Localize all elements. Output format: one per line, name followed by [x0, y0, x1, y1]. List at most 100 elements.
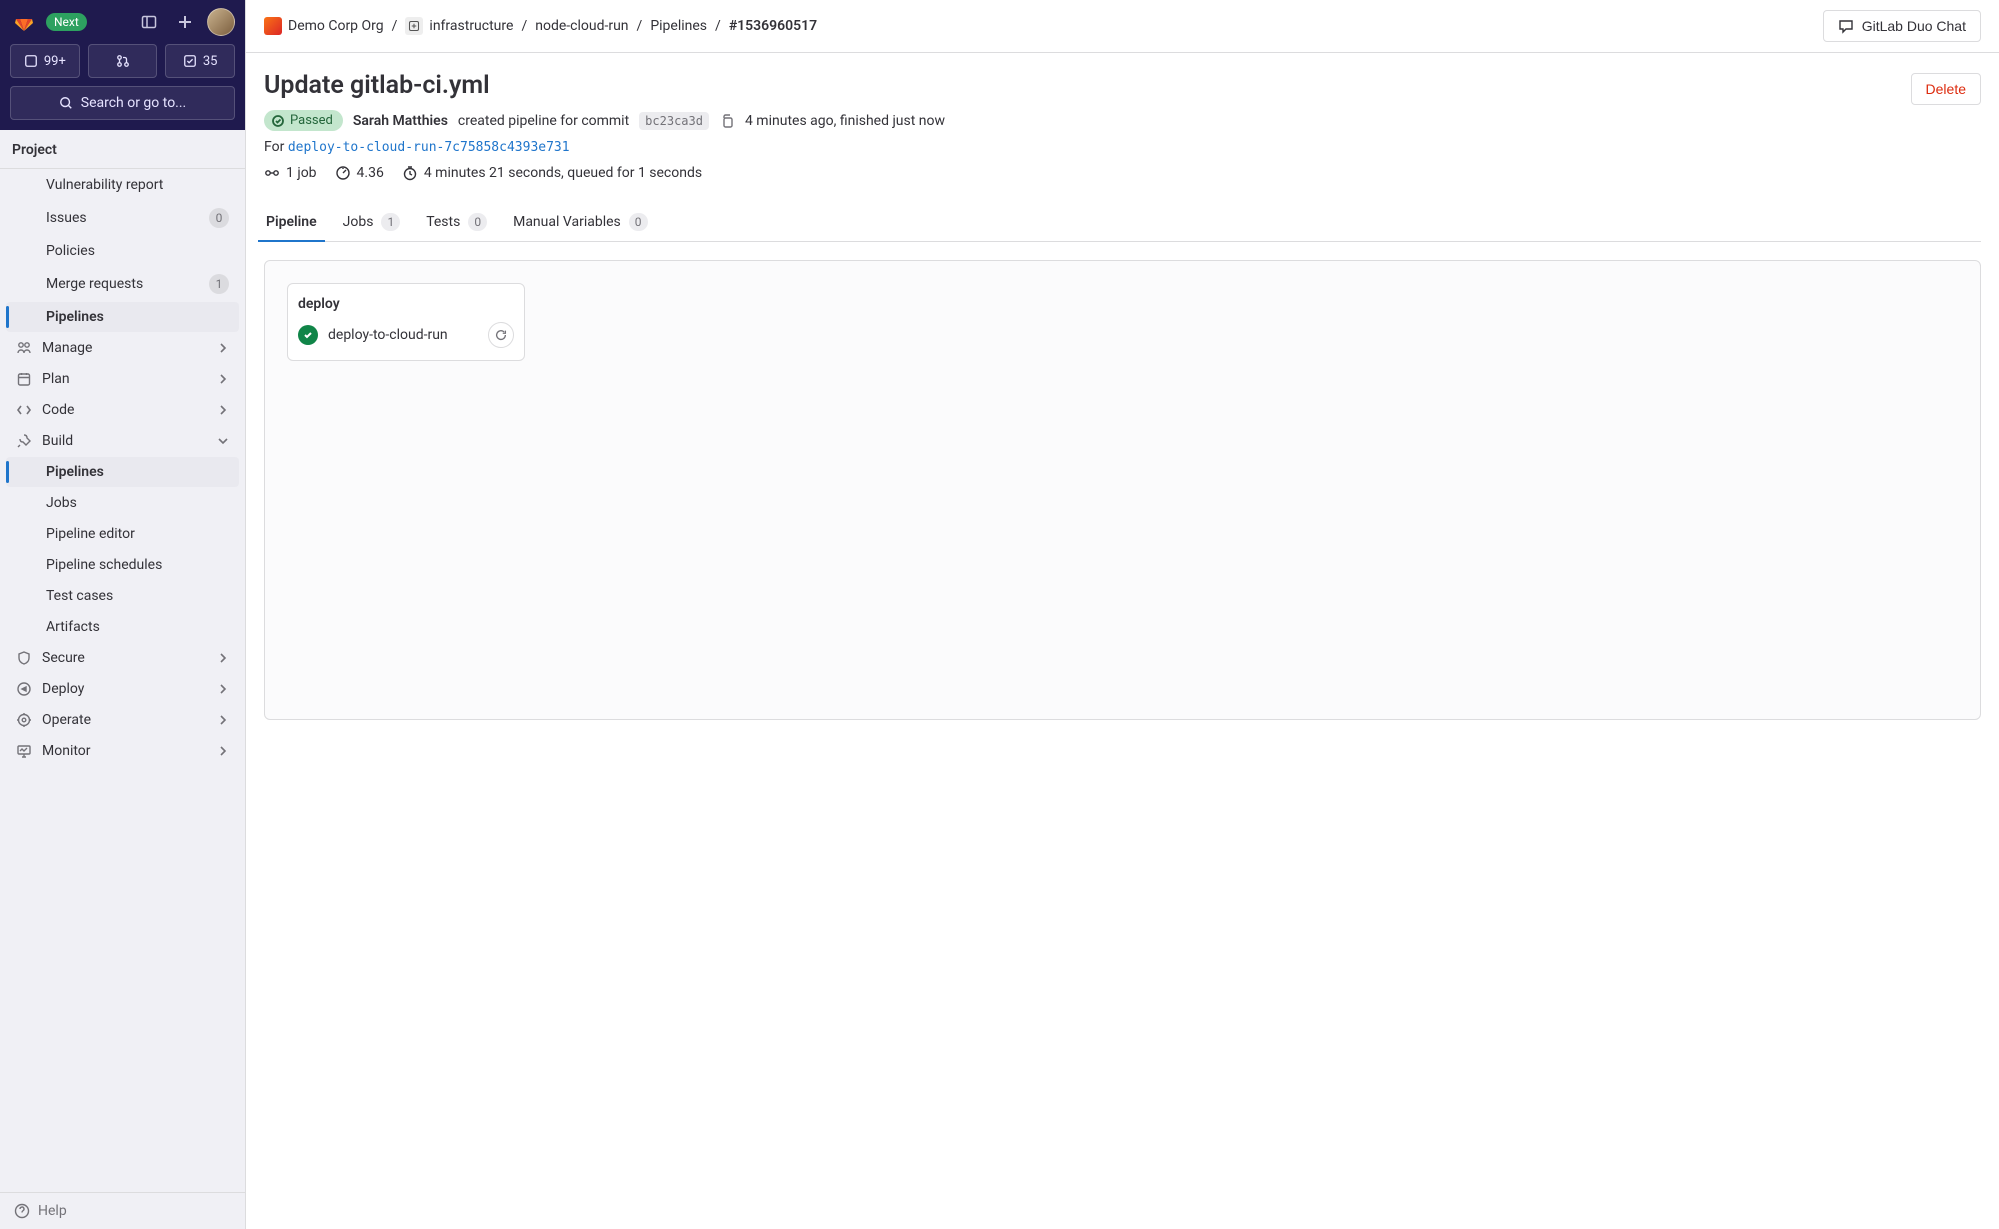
deploy-icon — [16, 681, 32, 697]
todos-counter[interactable]: 35 — [165, 44, 235, 78]
chevron-right-icon — [217, 714, 229, 726]
retry-icon — [494, 328, 508, 342]
sidebar-group-build[interactable]: Build — [6, 426, 239, 456]
pipeline-graph: deploy deploy-to-cloud-run — [264, 260, 1981, 720]
breadcrumb-org[interactable]: Demo Corp Org — [264, 17, 384, 35]
sidebar-group-secure[interactable]: Secure — [6, 643, 239, 673]
sidebar-item-jobs[interactable]: Jobs — [6, 488, 239, 518]
assigned-mrs-counter[interactable] — [88, 44, 158, 78]
status-badge: Passed — [264, 110, 343, 131]
sidebar: Next 99+ 35 Search or — [0, 0, 246, 1229]
delete-button[interactable]: Delete — [1911, 73, 1981, 105]
job-row[interactable]: deploy-to-cloud-run — [298, 322, 514, 348]
sidebar-item-badge: 1 — [209, 274, 229, 294]
pipeline-stats: 1 job 4.36 4 minutes 21 seconds, queued … — [264, 165, 1981, 181]
code-icon — [16, 402, 32, 418]
created-text: created pipeline for commit — [458, 113, 629, 129]
sidebar-item-badge: 0 — [209, 208, 229, 228]
breadcrumb-section[interactable]: Pipelines — [650, 18, 707, 34]
for-label: For — [264, 139, 284, 155]
tab-tests[interactable]: Tests 0 — [424, 203, 489, 241]
todos-count: 35 — [203, 54, 218, 69]
sidebar-item-label: Vulnerability report — [46, 177, 163, 193]
page-title: Update gitlab-ci.yml — [264, 71, 490, 100]
duo-chat-label: GitLab Duo Chat — [1862, 18, 1966, 34]
sidebar-group-label: Secure — [42, 650, 85, 666]
sidebar-item-pipelines-top[interactable]: Pipelines — [6, 302, 239, 332]
sidebar-item-label: Merge requests — [46, 276, 143, 292]
top-bar: Demo Corp Org / infrastructure / node-cl… — [246, 0, 1999, 53]
assigned-issues-counter[interactable]: 99+ — [10, 44, 80, 78]
breadcrumb-label: #1536960517 — [729, 18, 817, 34]
tab-badge: 0 — [468, 213, 487, 231]
author-name[interactable]: Sarah Matthies — [353, 113, 448, 129]
chevron-right-icon — [217, 373, 229, 385]
job-status-passed-icon — [298, 325, 318, 345]
stat-score: 4.36 — [335, 165, 384, 181]
gitlab-logo-icon[interactable] — [10, 8, 38, 36]
job-retry-button[interactable] — [488, 322, 514, 348]
sidebar-item-label: Pipeline schedules — [46, 557, 162, 573]
stat-value: 1 job — [286, 165, 317, 181]
sidebar-section-title: Project — [0, 130, 245, 169]
next-badge: Next — [46, 13, 87, 31]
tab-label: Manual Variables — [513, 214, 621, 230]
stat-jobs: 1 job — [264, 165, 317, 181]
issue-icon — [24, 54, 38, 68]
sidebar-item-label: Pipelines — [46, 309, 104, 325]
sidebar-group-code[interactable]: Code — [6, 395, 239, 425]
sidebar-item-label: Pipelines — [46, 464, 104, 480]
collapse-sidebar-icon[interactable] — [135, 8, 163, 36]
breadcrumb-project[interactable]: node-cloud-run — [535, 18, 628, 34]
sidebar-group-plan[interactable]: Plan — [6, 364, 239, 394]
manage-icon — [16, 340, 32, 356]
todo-icon — [183, 54, 197, 68]
help-button[interactable]: Help — [0, 1192, 245, 1229]
duo-chat-button[interactable]: GitLab Duo Chat — [1823, 10, 1981, 42]
monitor-icon — [16, 743, 32, 759]
sidebar-item-pipeline-schedules[interactable]: Pipeline schedules — [6, 550, 239, 580]
sidebar-item-issues[interactable]: Issues 0 — [6, 201, 239, 235]
sidebar-item-pipelines[interactable]: Pipelines — [6, 457, 239, 487]
stage-card: deploy deploy-to-cloud-run — [287, 283, 525, 361]
user-avatar[interactable] — [207, 8, 235, 36]
sidebar-group-manage[interactable]: Manage — [6, 333, 239, 363]
gauge-icon — [335, 165, 351, 181]
tab-jobs[interactable]: Jobs 1 — [341, 203, 403, 241]
breadcrumb-group[interactable]: infrastructure — [405, 17, 513, 35]
breadcrumb-id: #1536960517 — [729, 18, 817, 34]
tabs: Pipeline Jobs 1 Tests 0 Manual Variables… — [264, 203, 1981, 242]
pipeline-meta: Passed Sarah Matthies created pipeline f… — [264, 110, 1981, 131]
status-label: Passed — [290, 113, 333, 128]
sidebar-item-test-cases[interactable]: Test cases — [6, 581, 239, 611]
breadcrumbs: Demo Corp Org / infrastructure / node-cl… — [264, 17, 1815, 35]
sidebar-item-label: Issues — [46, 210, 87, 226]
sidebar-item-merge-requests[interactable]: Merge requests 1 — [6, 267, 239, 301]
branch-link[interactable]: deploy-to-cloud-run-7c75858c4393e731 — [288, 140, 570, 155]
tab-manual-variables[interactable]: Manual Variables 0 — [511, 203, 649, 241]
main-content: Demo Corp Org / infrastructure / node-cl… — [246, 0, 1999, 1229]
sidebar-group-deploy[interactable]: Deploy — [6, 674, 239, 704]
sidebar-group-label: Build — [42, 433, 73, 449]
sidebar-item-policies[interactable]: Policies — [6, 236, 239, 266]
tab-pipeline[interactable]: Pipeline — [264, 203, 319, 241]
copy-sha-icon[interactable] — [719, 113, 735, 129]
sidebar-item-label: Policies — [46, 243, 95, 259]
sidebar-group-monitor[interactable]: Monitor — [6, 736, 239, 766]
search-button[interactable]: Search or go to... — [10, 86, 235, 120]
tab-label: Jobs — [343, 214, 374, 230]
sidebar-item-label: Jobs — [46, 495, 77, 511]
sidebar-group-operate[interactable]: Operate — [6, 705, 239, 735]
chat-icon — [1838, 18, 1854, 34]
breadcrumb-label: Pipelines — [650, 18, 707, 34]
chevron-right-icon — [217, 652, 229, 664]
commit-sha[interactable]: bc23ca3d — [639, 112, 709, 130]
operate-icon — [16, 712, 32, 728]
create-new-icon[interactable] — [171, 8, 199, 36]
sidebar-item-pipeline-editor[interactable]: Pipeline editor — [6, 519, 239, 549]
plan-icon — [16, 371, 32, 387]
chevron-right-icon — [217, 745, 229, 757]
sidebar-item-artifacts[interactable]: Artifacts — [6, 612, 239, 642]
sidebar-item-vuln-report[interactable]: Vulnerability report — [6, 170, 239, 200]
build-icon — [16, 433, 32, 449]
